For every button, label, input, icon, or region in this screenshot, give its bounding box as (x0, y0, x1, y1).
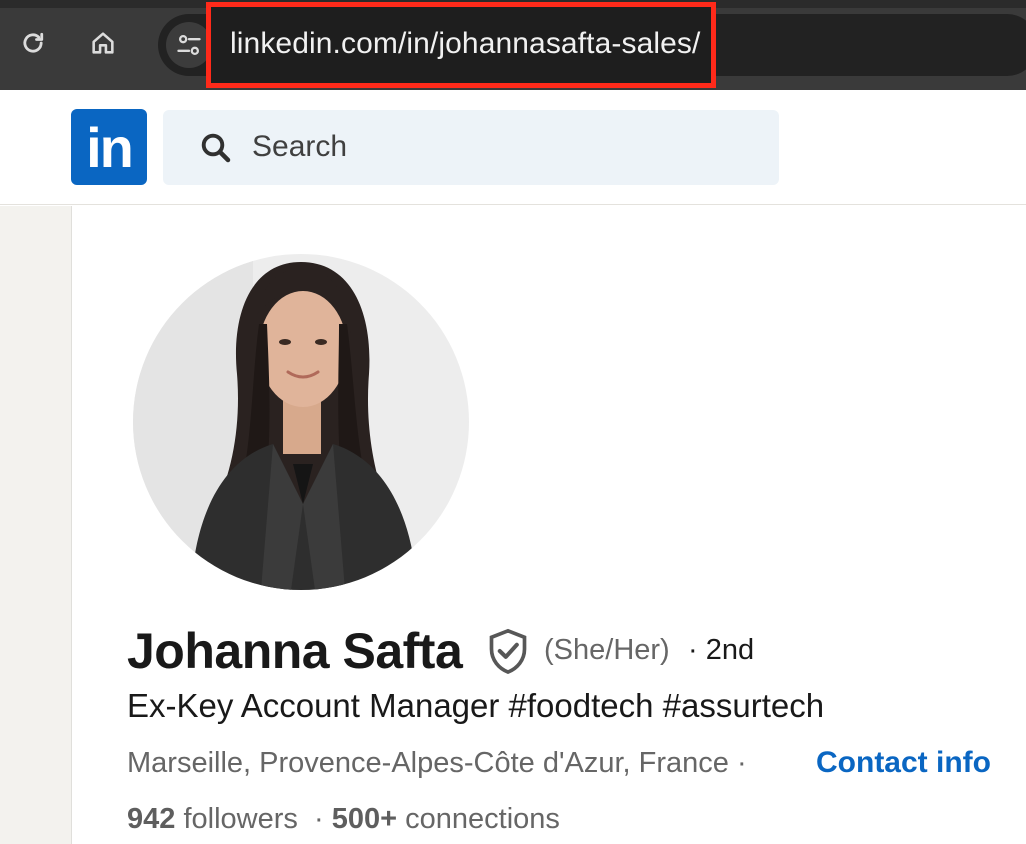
profile-headline: Ex-Key Account Manager #foodtech #assurt… (127, 687, 825, 724)
site-settings-icon (177, 34, 201, 56)
followers-label[interactable]: followers (183, 803, 297, 835)
connections-label[interactable]: connections (405, 803, 560, 835)
url-text[interactable]: linkedin.com/in/johannasafta-sales/ (230, 27, 700, 61)
home-icon (92, 32, 114, 54)
home-button[interactable] (86, 26, 120, 60)
search-placeholder: Search (252, 130, 348, 163)
followers-count[interactable]: 942 (127, 803, 175, 835)
pronouns: (She/Her) (544, 634, 670, 666)
profile-stats: 942 followers · 500+ connections (127, 803, 560, 836)
connection-degree: · 2nd (688, 634, 755, 666)
reload-button[interactable] (16, 26, 50, 60)
linkedin-logo[interactable]: in (71, 109, 147, 185)
contact-info-link[interactable]: Contact info (816, 746, 991, 780)
profile-location: Marseille, Provence-Alpes-Côte d'Azur, F… (127, 747, 747, 779)
left-rail (0, 206, 72, 844)
profile-name: Johanna Safta (127, 623, 463, 679)
profile-photo (133, 254, 469, 590)
reload-icon (23, 32, 44, 53)
stats-separator: · (314, 803, 324, 835)
verified-shield-icon[interactable] (486, 627, 530, 675)
profile-avatar[interactable] (133, 254, 469, 590)
search-icon (201, 133, 231, 163)
connections-count[interactable]: 500+ (332, 803, 397, 835)
